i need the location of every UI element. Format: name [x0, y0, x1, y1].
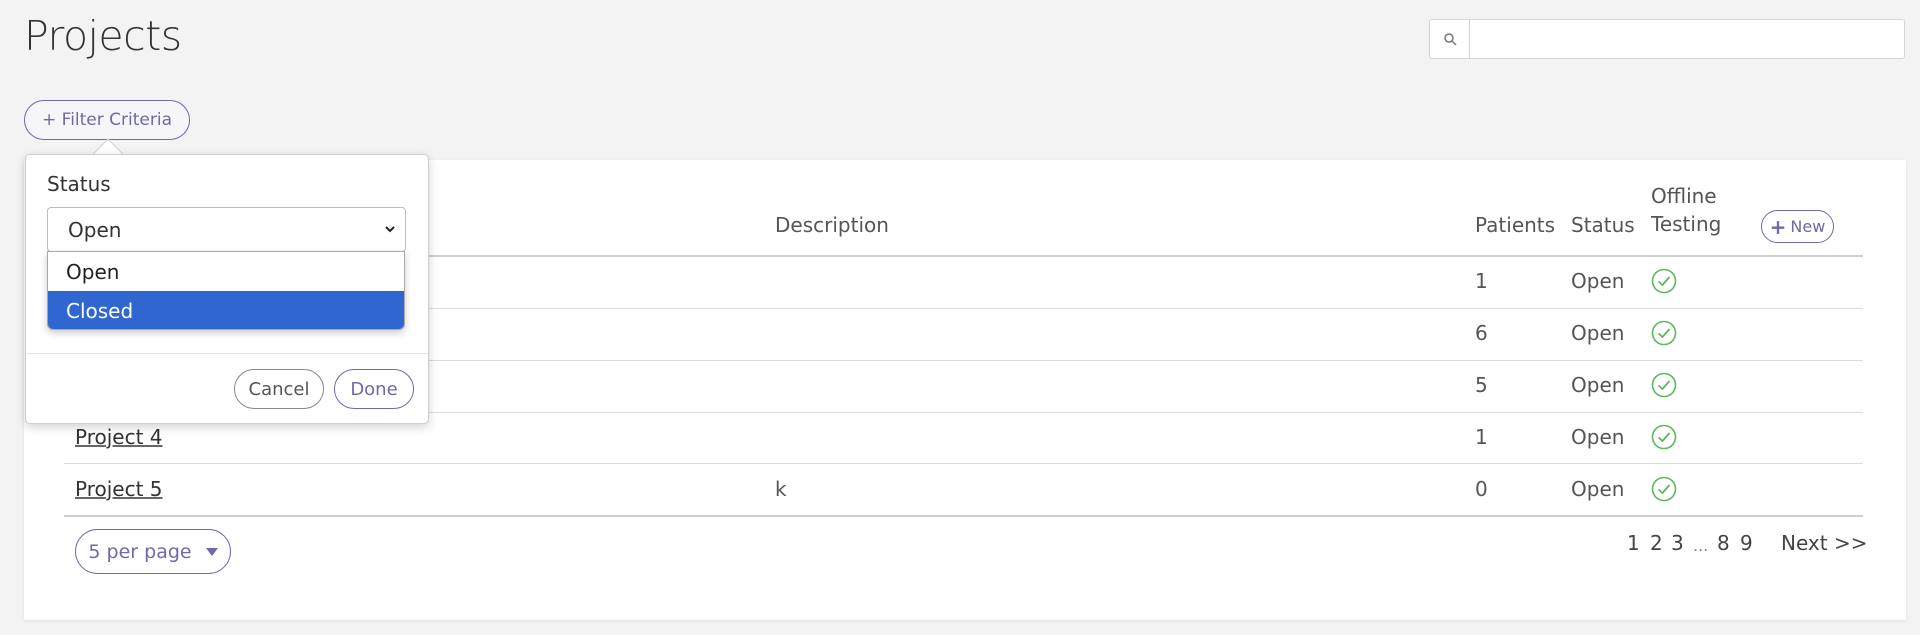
project-link[interactable]: Project 4 — [75, 425, 163, 449]
page-link-2[interactable]: 2 — [1650, 531, 1663, 555]
page-link-3[interactable]: 3 — [1671, 531, 1684, 555]
column-header-offline-testing[interactable]: Offline Testing — [1651, 184, 1721, 236]
popover-divider — [26, 353, 428, 354]
plus-icon: + — [1769, 214, 1787, 239]
row-divider — [64, 463, 1863, 464]
column-header-status[interactable]: Status — [1571, 213, 1635, 237]
check-circle-icon — [1651, 476, 1677, 502]
check-circle-icon — [1651, 424, 1677, 450]
status-option-open[interactable]: Open — [48, 252, 404, 291]
row-3-status: Open — [1571, 373, 1625, 397]
status-select-value: Open — [68, 217, 122, 242]
row-2-patients: 6 — [1475, 321, 1488, 345]
cancel-button[interactable]: Cancel — [234, 369, 324, 409]
status-field-label: Status — [47, 172, 111, 196]
status-options-list: Open Closed — [47, 251, 405, 330]
column-header-offline-line1: Offline — [1651, 184, 1717, 208]
row-5-status: Open — [1571, 477, 1625, 501]
filter-popover: Status Open Open Closed Cancel Done — [25, 154, 429, 424]
per-page-label: 5 per page — [88, 540, 192, 563]
column-header-offline-line2: Testing — [1651, 212, 1722, 236]
search-box — [1429, 19, 1905, 59]
page-link-9[interactable]: 9 — [1740, 531, 1753, 555]
page-current: 1 — [1627, 531, 1640, 555]
column-header-patients[interactable]: Patients — [1475, 213, 1555, 237]
page-ellipsis: ... — [1693, 536, 1709, 555]
row-5-patients: 0 — [1475, 477, 1488, 501]
row-2-status: Open — [1571, 321, 1625, 345]
check-circle-icon — [1651, 320, 1677, 346]
column-header-description[interactable]: Description — [775, 213, 889, 237]
new-button-label: New — [1790, 217, 1826, 236]
page-title: Projects — [24, 12, 182, 60]
row-1-status: Open — [1571, 269, 1625, 293]
row-5-description: k — [775, 477, 787, 501]
check-circle-icon — [1651, 372, 1677, 398]
project-link[interactable]: Project 5 — [75, 477, 163, 501]
row-3-patients: 5 — [1475, 373, 1488, 397]
filter-criteria-button[interactable]: + Filter Criteria — [24, 100, 190, 140]
table-bottom-divider — [64, 515, 1863, 517]
search-icon — [1443, 33, 1457, 46]
status-option-closed[interactable]: Closed — [48, 291, 404, 329]
row-1-patients: 1 — [1475, 269, 1488, 293]
new-project-button[interactable]: + New — [1761, 210, 1834, 243]
page-link-8[interactable]: 8 — [1717, 531, 1730, 555]
search-input[interactable] — [1470, 20, 1904, 58]
done-button[interactable]: Done — [334, 369, 414, 409]
check-circle-icon — [1651, 268, 1677, 294]
row-4-patients: 1 — [1475, 425, 1488, 449]
chevron-down-icon — [385, 226, 395, 233]
search-button[interactable] — [1430, 20, 1470, 58]
caret-down-icon — [205, 547, 218, 556]
next-page-link[interactable]: Next >> — [1781, 531, 1867, 555]
status-select[interactable]: Open — [47, 207, 406, 252]
per-page-select[interactable]: 5 per page — [75, 529, 231, 574]
row-4-status: Open — [1571, 425, 1625, 449]
